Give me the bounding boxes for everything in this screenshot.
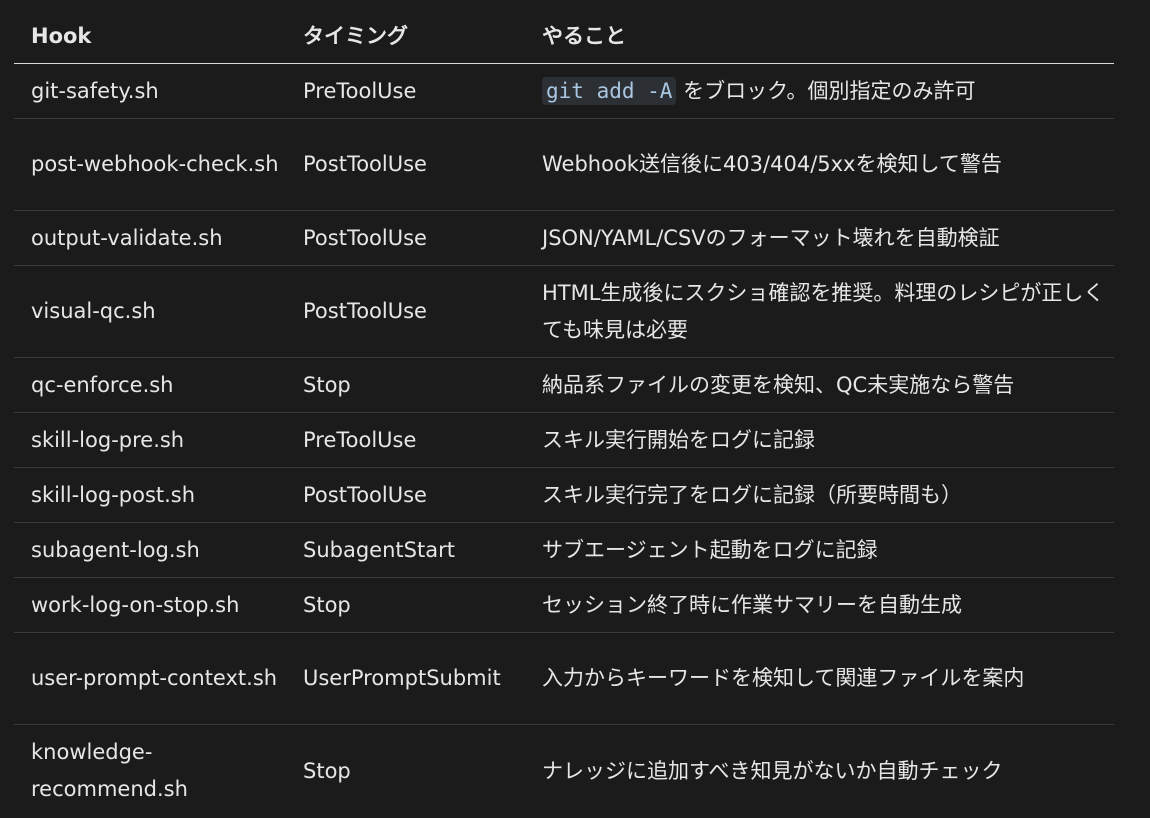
hook-action: ナレッジに追加すべき知見がないか自動チェック	[542, 758, 1003, 783]
table-row: visual-qc.sh PostToolUse HTML生成後にスクショ確認を…	[14, 266, 1114, 358]
hook-action: git add -A をブロック。個別指定のみ許可	[524, 73, 1114, 110]
column-header-hook: Hook	[31, 23, 92, 48]
hook-name: skill-log-pre.sh	[31, 427, 185, 452]
hook-timing: Stop	[303, 592, 351, 617]
hook-action: Webhook送信後に403/404/5xxを検知して警告	[542, 152, 1002, 176]
column-header-action: やること	[542, 23, 626, 48]
hook-timing: PostToolUse	[303, 482, 427, 507]
table-row: git-safety.sh PreToolUse git add -A をブロッ…	[14, 64, 1114, 119]
column-header-timing: タイミング	[303, 23, 408, 48]
hook-action: JSON/YAML/CSVのフォーマット壊れを自動検証	[542, 225, 1000, 250]
table-row: skill-log-pre.sh PreToolUse スキル実行開始をログに記…	[14, 413, 1114, 468]
hook-timing: UserPromptSubmit	[303, 666, 501, 690]
hook-timing: SubagentStart	[303, 537, 455, 562]
hook-timing: Stop	[303, 372, 351, 397]
hook-name: knowledge-recommend.sh	[31, 740, 188, 801]
hook-name: git-safety.sh	[31, 78, 159, 103]
hook-name: skill-log-post.sh	[31, 482, 196, 507]
hook-timing: PreToolUse	[303, 427, 417, 452]
table-header: Hook タイミング やること	[14, 8, 1114, 64]
inline-code: git add -A	[542, 76, 677, 105]
hook-timing: PostToolUse	[303, 152, 427, 176]
hook-action-text: をブロック。個別指定のみ許可	[683, 78, 976, 103]
hook-timing: PostToolUse	[303, 299, 427, 323]
hook-action: セッション終了時に作業サマリーを自動生成	[542, 592, 962, 617]
table-row: post-webhook-check.sh PostToolUse Webhoo…	[14, 119, 1114, 211]
hook-name: qc-enforce.sh	[31, 372, 174, 397]
hook-timing: Stop	[303, 758, 351, 783]
hook-action: サブエージェント起動をログに記録	[542, 537, 878, 562]
table-row: skill-log-post.sh PostToolUse スキル実行完了をログ…	[14, 468, 1114, 523]
table-row: knowledge-recommend.sh Stop ナレッジに追加すべき知見…	[14, 725, 1114, 817]
hook-name: visual-qc.sh	[31, 299, 156, 323]
hook-action: HTML生成後にスクショ確認を推奨。料理のレシピが正しくても味見は必要	[542, 280, 1105, 342]
table-row: user-prompt-context.sh UserPromptSubmit …	[14, 633, 1114, 725]
hook-action: スキル実行開始をログに記録	[542, 427, 815, 452]
hook-name: subagent-log.sh	[31, 537, 200, 562]
hook-name: output-validate.sh	[31, 225, 223, 250]
hook-timing: PreToolUse	[303, 78, 417, 103]
hook-timing: PostToolUse	[303, 225, 427, 250]
table-row: output-validate.sh PostToolUse JSON/YAML…	[14, 211, 1114, 266]
hook-action: 納品系ファイルの変更を検知、QC未実施なら警告	[542, 372, 1015, 397]
hook-action: スキル実行完了をログに記録（所要時間も）	[542, 482, 962, 507]
hook-name: work-log-on-stop.sh	[31, 592, 240, 617]
table-row: subagent-log.sh SubagentStart サブエージェント起動…	[14, 523, 1114, 578]
table-row: work-log-on-stop.sh Stop セッション終了時に作業サマリー…	[14, 578, 1114, 633]
table-row: qc-enforce.sh Stop 納品系ファイルの変更を検知、QC未実施なら…	[14, 358, 1114, 413]
hook-name: post-webhook-check.sh	[31, 152, 279, 176]
hook-name: user-prompt-context.sh	[31, 666, 278, 690]
hook-action: 入力からキーワードを検知して関連ファイルを案内	[542, 666, 1025, 690]
hooks-table: Hook タイミング やること git-safety.sh PreToolUse…	[14, 8, 1114, 817]
